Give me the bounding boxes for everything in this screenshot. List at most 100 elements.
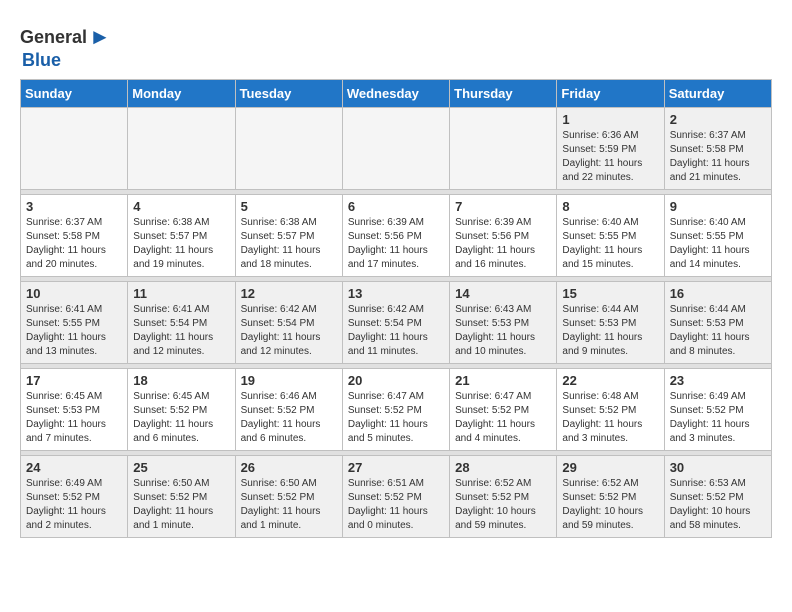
day-info: Sunrise: 6:42 AM Sunset: 5:54 PM Dayligh… — [241, 303, 337, 359]
day-number: 2 — [670, 112, 766, 127]
day-number: 14 — [455, 286, 551, 301]
day-info: Sunrise: 6:52 AM Sunset: 5:52 PM Dayligh… — [562, 477, 658, 533]
logo: General ► Blue — [20, 24, 111, 71]
day-number: 27 — [348, 460, 444, 475]
day-info: Sunrise: 6:38 AM Sunset: 5:57 PM Dayligh… — [241, 216, 337, 272]
calendar-cell — [450, 108, 557, 190]
day-number: 3 — [26, 199, 122, 214]
day-number: 18 — [133, 373, 229, 388]
day-info: Sunrise: 6:48 AM Sunset: 5:52 PM Dayligh… — [562, 390, 658, 446]
day-number: 24 — [26, 460, 122, 475]
calendar-cell — [235, 108, 342, 190]
day-number: 6 — [348, 199, 444, 214]
day-info: Sunrise: 6:41 AM Sunset: 5:55 PM Dayligh… — [26, 303, 122, 359]
day-info: Sunrise: 6:45 AM Sunset: 5:53 PM Dayligh… — [26, 390, 122, 446]
day-info: Sunrise: 6:44 AM Sunset: 5:53 PM Dayligh… — [670, 303, 766, 359]
calendar-cell: 1Sunrise: 6:36 AM Sunset: 5:59 PM Daylig… — [557, 108, 664, 190]
calendar-cell: 23Sunrise: 6:49 AM Sunset: 5:52 PM Dayli… — [664, 369, 771, 451]
day-number: 10 — [26, 286, 122, 301]
day-number: 21 — [455, 373, 551, 388]
calendar-cell: 2 Sunrise: 6:37 AM Sunset: 5:58 PM Daylig… — [664, 108, 771, 190]
day-info: Sunrise: 6:39 AM Sunset: 5:56 PM Dayligh… — [455, 216, 551, 272]
day-info: Sunrise: 6:47 AM Sunset: 5:52 PM Dayligh… — [455, 390, 551, 446]
header-row: SundayMondayTuesdayWednesdayThursdayFrid… — [21, 80, 772, 108]
page-header: General ► Blue — [20, 20, 772, 71]
day-info: Sunrise: 6:44 AM Sunset: 5:53 PM Dayligh… — [562, 303, 658, 359]
day-number: 22 — [562, 373, 658, 388]
header-day-monday: Monday — [128, 80, 235, 108]
day-number: 20 — [348, 373, 444, 388]
day-number: 7 — [455, 199, 551, 214]
day-number: 28 — [455, 460, 551, 475]
header-day-thursday: Thursday — [450, 80, 557, 108]
day-info: Sunrise: 6:50 AM Sunset: 5:52 PM Dayligh… — [241, 477, 337, 533]
calendar-cell: 21 Sunrise: 6:47 AM Sunset: 5:52 PM Dayli… — [450, 369, 557, 451]
header-day-wednesday: Wednesday — [342, 80, 449, 108]
logo-bird-icon: ► — [89, 24, 111, 50]
calendar-cell — [342, 108, 449, 190]
calendar-cell: 27 Sunrise: 6:51 AM Sunset: 5:52 PM Dayli… — [342, 456, 449, 538]
calendar-week-row: 1Sunrise: 6:36 AM Sunset: 5:59 PM Daylig… — [21, 108, 772, 190]
calendar-cell: 24 Sunrise: 6:49 AM Sunset: 5:52 PM Dayli… — [21, 456, 128, 538]
calendar-cell: 20 Sunrise: 6:47 AM Sunset: 5:52 PM Dayli… — [342, 369, 449, 451]
day-info: Sunrise: 6:37 AM Sunset: 5:58 PM Dayligh… — [26, 216, 122, 272]
day-info: Sunrise: 6:53 AM Sunset: 5:52 PM Dayligh… — [670, 477, 766, 533]
header-day-friday: Friday — [557, 80, 664, 108]
calendar-cell: 13Sunrise: 6:42 AM Sunset: 5:54 PM Dayli… — [342, 282, 449, 364]
calendar-cell: 4 Sunrise: 6:38 AM Sunset: 5:57 PM Daylig… — [128, 195, 235, 277]
day-info: Sunrise: 6:45 AM Sunset: 5:52 PM Dayligh… — [133, 390, 229, 446]
day-info: Sunrise: 6:40 AM Sunset: 5:55 PM Dayligh… — [670, 216, 766, 272]
day-number: 25 — [133, 460, 229, 475]
day-info: Sunrise: 6:50 AM Sunset: 5:52 PM Dayligh… — [133, 477, 229, 533]
day-number: 11 — [133, 286, 229, 301]
calendar-cell: 16 Sunrise: 6:44 AM Sunset: 5:53 PM Dayli… — [664, 282, 771, 364]
header-day-sunday: Sunday — [21, 80, 128, 108]
calendar-cell: 6 Sunrise: 6:39 AM Sunset: 5:56 PM Daylig… — [342, 195, 449, 277]
logo-general-text: General — [20, 27, 87, 48]
calendar-cell — [128, 108, 235, 190]
day-info: Sunrise: 6:39 AM Sunset: 5:56 PM Dayligh… — [348, 216, 444, 272]
day-info: Sunrise: 6:41 AM Sunset: 5:54 PM Dayligh… — [133, 303, 229, 359]
calendar-cell: 15 Sunrise: 6:44 AM Sunset: 5:53 PM Dayli… — [557, 282, 664, 364]
calendar-cell: 19 Sunrise: 6:46 AM Sunset: 5:52 PM Dayli… — [235, 369, 342, 451]
calendar-body: 1Sunrise: 6:36 AM Sunset: 5:59 PM Daylig… — [21, 108, 772, 538]
calendar-cell: 25 Sunrise: 6:50 AM Sunset: 5:52 PM Dayli… — [128, 456, 235, 538]
calendar-cell: 18 Sunrise: 6:45 AM Sunset: 5:52 PM Dayli… — [128, 369, 235, 451]
day-number: 23 — [670, 373, 766, 388]
header-day-saturday: Saturday — [664, 80, 771, 108]
calendar-cell: 7 Sunrise: 6:39 AM Sunset: 5:56 PM Daylig… — [450, 195, 557, 277]
calendar-cell: 26 Sunrise: 6:50 AM Sunset: 5:52 PM Dayli… — [235, 456, 342, 538]
day-number: 19 — [241, 373, 337, 388]
day-info: Sunrise: 6:43 AM Sunset: 5:53 PM Dayligh… — [455, 303, 551, 359]
day-number: 8 — [562, 199, 658, 214]
day-info: Sunrise: 6:38 AM Sunset: 5:57 PM Dayligh… — [133, 216, 229, 272]
day-info: Sunrise: 6:46 AM Sunset: 5:52 PM Dayligh… — [241, 390, 337, 446]
day-number: 26 — [241, 460, 337, 475]
calendar-cell: 30 Sunrise: 6:53 AM Sunset: 5:52 PM Dayli… — [664, 456, 771, 538]
calendar-cell: 14 Sunrise: 6:43 AM Sunset: 5:53 PM Dayli… — [450, 282, 557, 364]
day-number: 12 — [241, 286, 337, 301]
day-info: Sunrise: 6:40 AM Sunset: 5:55 PM Dayligh… — [562, 216, 658, 272]
calendar-week-row: 3 Sunrise: 6:37 AM Sunset: 5:58 PM Daylig… — [21, 195, 772, 277]
day-info: Sunrise: 6:37 AM Sunset: 5:58 PM Dayligh… — [670, 129, 766, 185]
calendar-cell: 11 Sunrise: 6:41 AM Sunset: 5:54 PM Dayli… — [128, 282, 235, 364]
day-info: Sunrise: 6:49 AM Sunset: 5:52 PM Dayligh… — [26, 477, 122, 533]
day-number: 15 — [562, 286, 658, 301]
calendar-cell: 9Sunrise: 6:40 AM Sunset: 5:55 PM Daylig… — [664, 195, 771, 277]
day-info: Sunrise: 6:47 AM Sunset: 5:52 PM Dayligh… — [348, 390, 444, 446]
day-number: 16 — [670, 286, 766, 301]
calendar-cell: 28Sunrise: 6:52 AM Sunset: 5:52 PM Dayli… — [450, 456, 557, 538]
calendar-header: SundayMondayTuesdayWednesdayThursdayFrid… — [21, 80, 772, 108]
day-number: 30 — [670, 460, 766, 475]
header-day-tuesday: Tuesday — [235, 80, 342, 108]
calendar-cell: 17Sunrise: 6:45 AM Sunset: 5:53 PM Dayli… — [21, 369, 128, 451]
calendar-cell: 29Sunrise: 6:52 AM Sunset: 5:52 PM Dayli… — [557, 456, 664, 538]
logo-blue-text: Blue — [22, 50, 61, 71]
day-number: 5 — [241, 199, 337, 214]
calendar-table: SundayMondayTuesdayWednesdayThursdayFrid… — [20, 79, 772, 538]
day-number: 13 — [348, 286, 444, 301]
calendar-cell — [21, 108, 128, 190]
day-number: 4 — [133, 199, 229, 214]
day-number: 1 — [562, 112, 658, 127]
day-info: Sunrise: 6:51 AM Sunset: 5:52 PM Dayligh… — [348, 477, 444, 533]
